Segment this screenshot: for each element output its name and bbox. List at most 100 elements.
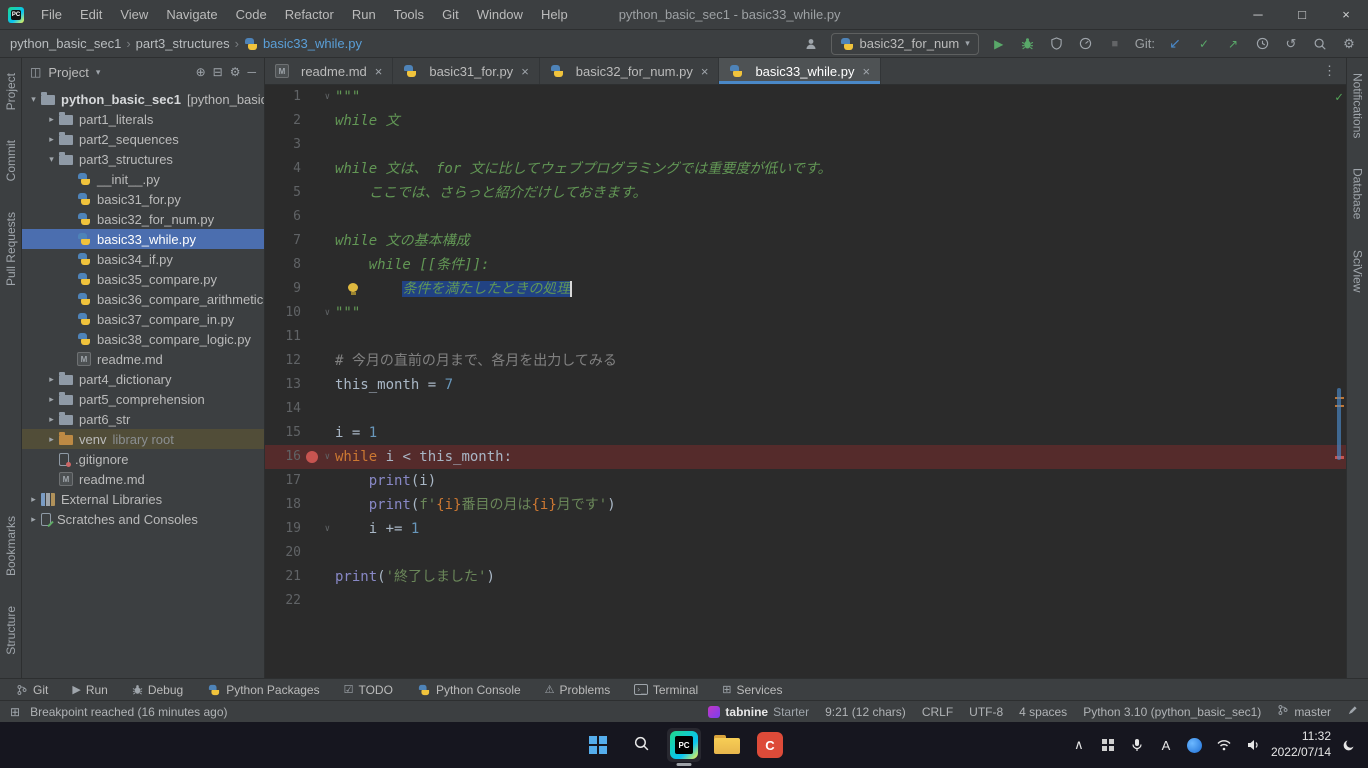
toolwindow-services[interactable]: ⊞Services [722,683,782,697]
code-text[interactable]: while [[条件]]: [333,253,1346,277]
code-text[interactable]: 条件を満たしたときの処理 [333,277,1346,301]
maximize-button[interactable]: □ [1280,0,1324,29]
code-text[interactable] [333,133,1346,157]
code-text[interactable]: """ [333,301,1346,325]
tool-window-button-bookmarks[interactable]: Bookmarks [4,516,18,576]
close-icon[interactable]: × [521,64,529,79]
tree-item-basic36-compare-arithmetic-py[interactable]: basic36_compare_arithmetic.py [22,289,264,309]
menu-window[interactable]: Window [468,0,532,29]
tree-item-part4-dictionary[interactable]: ▸part4_dictionary [22,369,264,389]
tab-basic32-for-num-py[interactable]: basic32_for_num.py× [540,58,720,84]
toolwindow-python-console[interactable]: Python Console [417,683,521,697]
code-text[interactable]: while 文は、 for 文に比してウェブプログラミングでは重要度が低いです。 [333,157,1346,181]
debug-button[interactable] [1019,35,1037,53]
tree-item-basic37-compare-in-py[interactable]: basic37_compare_in.py [22,309,264,329]
tree-item-part1-literals[interactable]: ▸part1_literals [22,109,264,129]
breadcrumb-item-part3-structures[interactable]: part3_structures [136,36,230,51]
breakpoint-icon[interactable] [306,451,318,463]
fold-icon[interactable]: ∨ [325,445,330,469]
toolwindow-terminal[interactable]: ›_Terminal [634,683,698,697]
coverage-button[interactable] [1048,35,1066,53]
indent-widget[interactable]: 4 spaces [1019,705,1067,719]
tree-item-init-py[interactable]: __init__.py [22,169,264,189]
tree-item-basic34-if-py[interactable]: basic34_if.py [22,249,264,269]
encoding-widget[interactable]: UTF-8 [969,705,1003,719]
hide-panel-icon[interactable]: ─ [247,65,256,79]
microphone-icon[interactable] [1126,730,1148,760]
write-access-icon[interactable] [1347,705,1358,719]
close-button[interactable]: × [1324,0,1368,29]
tree-item-part6-str[interactable]: ▸part6_str [22,409,264,429]
profiler-button[interactable] [1077,35,1095,53]
tabnine-widget[interactable]: tabnine Starter [708,705,809,719]
tree-item-part3-structures[interactable]: ▾part3_structures [22,149,264,169]
chevron-right-icon[interactable]: ▸ [44,114,59,125]
code-text[interactable]: # 今月の直前の月まで、各月を出力してみる [333,349,1346,373]
code-text[interactable] [333,325,1346,349]
tree-item-part5-comprehension[interactable]: ▸part5_comprehension [22,389,264,409]
tab-basic33-while-py[interactable]: basic33_while.py× [719,58,881,84]
chevron-right-icon[interactable]: ▸ [26,494,41,505]
close-icon[interactable]: × [375,64,383,79]
tree-item-basic31-for-py[interactable]: basic31_for.py [22,189,264,209]
toolwindow-python-packages[interactable]: Python Packages [207,683,319,697]
tool-window-button-commit[interactable]: Commit [4,140,18,181]
code-text[interactable]: this_month = 7 [333,373,1346,397]
tab-basic31-for-py[interactable]: basic31_for.py× [393,58,539,84]
tree-item-external-libraries[interactable]: ▸External Libraries [22,489,264,509]
run-button[interactable]: ▶ [990,35,1008,53]
code-text[interactable] [333,541,1346,565]
fold-icon[interactable]: ∨ [325,301,330,325]
chevron-right-icon[interactable]: ▸ [44,374,59,385]
tool-window-button-pull-requests[interactable]: Pull Requests [4,212,18,286]
focus-assist-icon[interactable] [1338,730,1360,760]
tool-window-button-notifications[interactable]: Notifications [1351,73,1365,138]
tool-window-button-project[interactable]: Project [4,73,18,110]
code-text[interactable]: while 文の基本構成 [333,229,1346,253]
code-text[interactable]: i = 1 [333,421,1346,445]
menu-refactor[interactable]: Refactor [276,0,343,29]
status-message[interactable]: Breakpoint reached (16 minutes ago) [30,705,227,719]
taskbar-search-button[interactable] [624,728,658,762]
locate-file-icon[interactable]: ⊕ [196,65,206,79]
code-text[interactable] [333,589,1346,613]
line-separator-widget[interactable]: CRLF [922,705,953,719]
history-icon[interactable] [1253,35,1271,53]
tree-item-scratches-and-consoles[interactable]: ▸Scratches and Consoles [22,509,264,529]
toolwindow-git[interactable]: Git [16,683,48,697]
minimize-button[interactable]: ─ [1236,0,1280,29]
tree-item-basic32-for-num-py[interactable]: basic32_for_num.py [22,209,264,229]
tree-item-basic33-while-py[interactable]: basic33_while.py [22,229,264,249]
editor[interactable]: 1∨"""2while 文34while 文は、 for 文に比してウェブプログ… [265,85,1346,678]
tree-item-part2-sequences[interactable]: ▸part2_sequences [22,129,264,149]
interpreter-widget[interactable]: Python 3.10 (python_basic_sec1) [1083,705,1261,719]
chevron-right-icon[interactable]: ▸ [26,514,41,525]
tool-window-switcher-icon[interactable]: ⊞ [10,705,20,719]
tray-app-icon[interactable] [1097,730,1119,760]
chevron-right-icon[interactable]: ▸ [44,394,59,405]
chevron-right-icon[interactable]: ▸ [44,434,59,445]
menu-tools[interactable]: Tools [385,0,433,29]
chevron-right-icon[interactable]: ▸ [44,414,59,425]
toolwindow-todo[interactable]: ☑TODO [344,683,393,697]
code-text[interactable]: print('終了しました') [333,565,1346,589]
menu-git[interactable]: Git [433,0,468,29]
code-text[interactable] [333,205,1346,229]
chevron-down-icon[interactable]: ▾ [96,67,101,78]
users-icon[interactable] [802,35,820,53]
caret-position-widget[interactable]: 9:21 (12 chars) [825,705,906,719]
code-text[interactable]: i += 1 [333,517,1346,541]
tree-item-gitignore[interactable]: .gitignore [22,449,264,469]
code-text[interactable]: ここでは、さらっと紹介だけしておきます。 [333,181,1346,205]
tree-item-basic35-compare-py[interactable]: basic35_compare.py [22,269,264,289]
project-panel-title[interactable]: Project [48,65,88,80]
chevron-right-icon[interactable]: ▸ [44,134,59,145]
toolwindow-problems[interactable]: ⚠Problems [545,683,611,697]
start-button[interactable] [581,728,615,762]
code-text[interactable]: while 文 [333,109,1346,133]
tree-item-python-basic-sec1[interactable]: ▾python_basic_sec1[python_basic]D:\ [22,89,264,109]
pycharm-taskbar-button[interactable] [667,728,701,762]
code-text[interactable]: while i < this_month: [333,445,1346,469]
inspections-ok-icon[interactable]: ✓ [1335,90,1343,105]
stop-button[interactable]: ■ [1106,35,1124,53]
